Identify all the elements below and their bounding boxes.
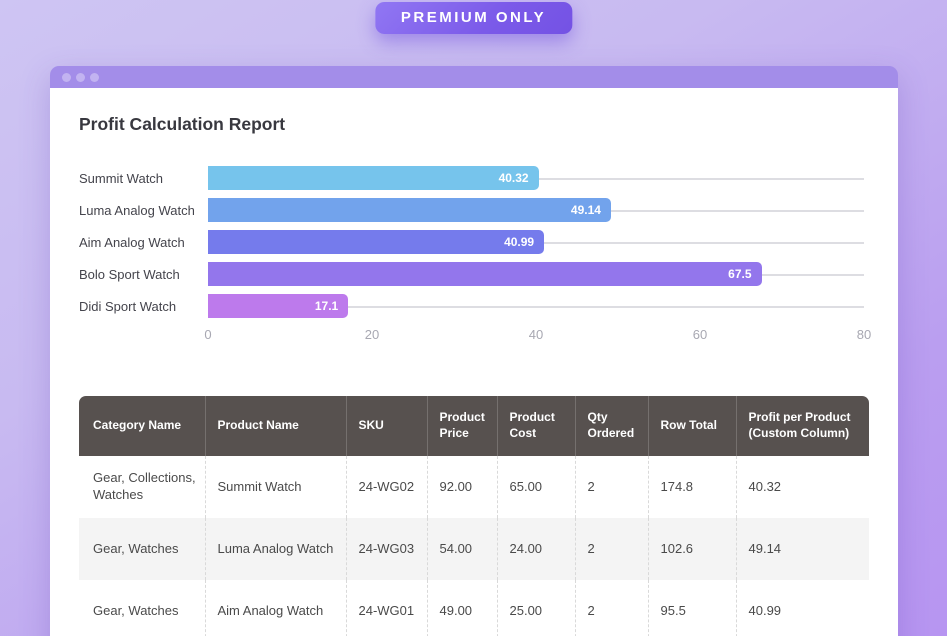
chart-bar-row: Aim Analog Watch 40.99 — [79, 226, 869, 258]
x-axis-tick-label: 60 — [693, 327, 707, 342]
chart-bar-row: Bolo Sport Watch 67.5 — [79, 258, 869, 290]
chart-bar-label: Summit Watch — [79, 171, 208, 186]
table-cell: Gear, Collections, Watches — [79, 456, 205, 518]
table-cell: 24-WG01 — [346, 580, 427, 636]
table-cell: 24-WG02 — [346, 456, 427, 518]
x-axis-tick-label: 20 — [365, 327, 379, 342]
report-window: Profit Calculation Report Summit Watch 40… — [50, 66, 898, 636]
chart-bar: 40.99 — [208, 230, 544, 254]
chart-bar-value: 40.99 — [504, 235, 544, 249]
table-cell: 174.8 — [648, 456, 736, 518]
chart-bar-value: 67.5 — [728, 267, 761, 281]
table-cell: 49.00 — [427, 580, 497, 636]
x-axis-tick-label: 0 — [204, 327, 211, 342]
chart-bar: 40.32 — [208, 166, 539, 190]
chart-bar-row: Didi Sport Watch 17.1 — [79, 290, 869, 322]
window-close-icon[interactable] — [62, 73, 71, 82]
table-header-cell: Product Cost — [497, 396, 575, 456]
chart-bar-area: 67.5 — [208, 262, 864, 286]
table-cell: 25.00 — [497, 580, 575, 636]
chart-bar-label: Didi Sport Watch — [79, 299, 208, 314]
table-body: Gear, Collections, WatchesSummit Watch24… — [79, 456, 869, 636]
chart-bar-row: Luma Analog Watch 49.14 — [79, 194, 869, 226]
table-cell: Gear, Watches — [79, 518, 205, 580]
x-axis-tick-label: 80 — [857, 327, 871, 342]
table-header-cell: Qty Ordered — [575, 396, 648, 456]
table-header-cell: Product Price — [427, 396, 497, 456]
table-header-cell: Product Name — [205, 396, 346, 456]
table-row: Gear, WatchesLuma Analog Watch24-WG0354.… — [79, 518, 869, 580]
premium-badge-label: PREMIUM ONLY — [401, 9, 546, 26]
window-maximize-icon[interactable] — [90, 73, 99, 82]
chart-bar-value: 17.1 — [315, 299, 348, 313]
chart-bar-label: Luma Analog Watch — [79, 203, 208, 218]
window-titlebar — [50, 66, 898, 88]
table-cell: 2 — [575, 580, 648, 636]
table-cell: 40.99 — [736, 580, 869, 636]
table-cell: Luma Analog Watch — [205, 518, 346, 580]
chart-bar-label: Aim Analog Watch — [79, 235, 208, 250]
table-row: Gear, WatchesAim Analog Watch24-WG0149.0… — [79, 580, 869, 636]
table-header: Category NameProduct NameSKUProduct Pric… — [79, 396, 869, 456]
chart-bar-area: 40.32 — [208, 166, 864, 190]
chart-bar: 17.1 — [208, 294, 348, 318]
report-title: Profit Calculation Report — [79, 88, 869, 135]
page-background: PREMIUM ONLY Profit Calculation Report S… — [0, 0, 947, 636]
table-cell: 49.14 — [736, 518, 869, 580]
chart-bar: 49.14 — [208, 198, 611, 222]
table-cell: 95.5 — [648, 580, 736, 636]
table-header-cell: Category Name — [79, 396, 205, 456]
table-header-cell: SKU — [346, 396, 427, 456]
chart-bar-area: 40.99 — [208, 230, 864, 254]
table-row: Gear, Collections, WatchesSummit Watch24… — [79, 456, 869, 518]
table-cell: 54.00 — [427, 518, 497, 580]
profit-bar-chart: Summit Watch 40.32 Luma Analog Watch 49.14 A… — [79, 162, 869, 349]
table-cell: 102.6 — [648, 518, 736, 580]
table-cell: 2 — [575, 518, 648, 580]
chart-bar: 67.5 — [208, 262, 762, 286]
table-cell: 2 — [575, 456, 648, 518]
chart-bar-area: 17.1 — [208, 294, 864, 318]
table-header-cell: Row Total — [648, 396, 736, 456]
chart-rows: Summit Watch 40.32 Luma Analog Watch 49.14 A… — [79, 162, 869, 322]
report-card: Profit Calculation Report Summit Watch 40… — [50, 88, 898, 636]
table-cell: 24.00 — [497, 518, 575, 580]
window-minimize-icon[interactable] — [76, 73, 85, 82]
x-axis-tick-label: 40 — [529, 327, 543, 342]
premium-badge[interactable]: PREMIUM ONLY — [375, 2, 572, 34]
chart-bar-row: Summit Watch 40.32 — [79, 162, 869, 194]
chart-bar-value: 49.14 — [571, 203, 611, 217]
chart-x-axis: 020406080 — [208, 327, 864, 349]
table-cell: 24-WG03 — [346, 518, 427, 580]
table-cell: 40.32 — [736, 456, 869, 518]
table-cell: Gear, Watches — [79, 580, 205, 636]
table-cell: Aim Analog Watch — [205, 580, 346, 636]
table-cell: 65.00 — [497, 456, 575, 518]
table-header-cell: Profit per Product (Custom Column) — [736, 396, 869, 456]
chart-bar-label: Bolo Sport Watch — [79, 267, 208, 282]
chart-bar-value: 40.32 — [499, 171, 539, 185]
table-cell: 92.00 — [427, 456, 497, 518]
report-table: Category NameProduct NameSKUProduct Pric… — [79, 396, 869, 636]
chart-bar-area: 49.14 — [208, 198, 864, 222]
table-cell: Summit Watch — [205, 456, 346, 518]
